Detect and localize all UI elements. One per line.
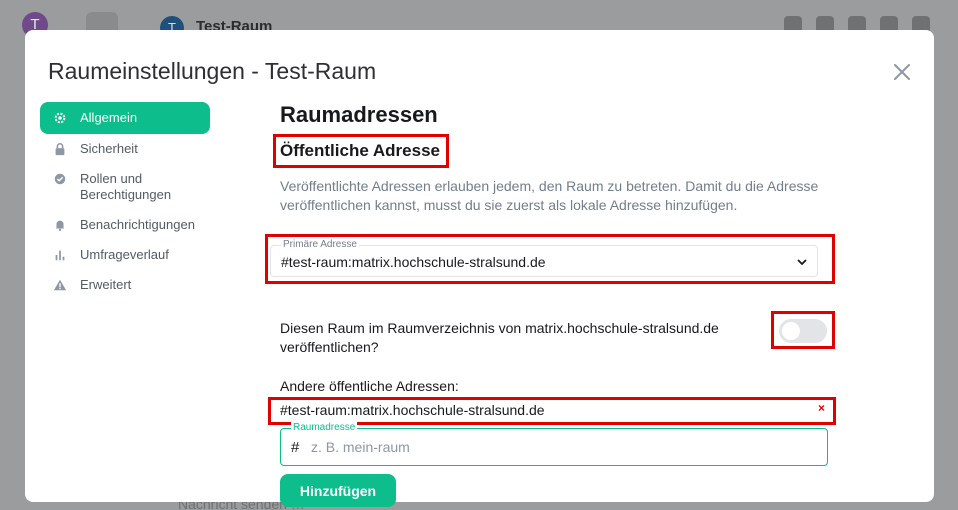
close-button[interactable]	[890, 60, 914, 84]
add-alias-button[interactable]: Hinzufügen	[280, 474, 396, 507]
dialog-title: Raumeinstellungen - Test-Raum	[48, 58, 377, 84]
other-addresses-label: Andere öffentliche Adressen:	[280, 378, 459, 394]
publish-directory-toggle[interactable]	[779, 319, 827, 343]
primary-address-label: Primäre Adresse	[281, 239, 359, 250]
chevron-down-icon	[797, 259, 807, 266]
primary-address-value: #test-raum:matrix.hochschule-stralsund.d…	[281, 254, 546, 270]
general-settings-panel: Raumadressen Öffentliche Adresse Veröffe…	[265, 100, 840, 507]
tab-security[interactable]: Sicherheit	[40, 134, 210, 164]
publish-toggle-highlight	[771, 311, 835, 349]
tab-general[interactable]: Allgemein	[40, 102, 210, 134]
bar-chart-icon	[52, 247, 68, 263]
gear-icon	[52, 110, 68, 126]
alias-list-item: #test-raum:matrix.hochschule-stralsund.d…	[268, 397, 836, 425]
tab-advanced[interactable]: Erweitert	[40, 270, 210, 300]
bell-icon	[52, 217, 68, 233]
new-alias-input[interactable]	[311, 436, 811, 458]
primary-address-highlight: Primäre Adresse #test-raum:matrix.hochsc…	[265, 234, 835, 284]
new-alias-label: Raumadresse	[291, 422, 358, 433]
tab-notifications[interactable]: Benachrichtigungen	[40, 210, 210, 240]
new-alias-field: Raumadresse #	[280, 422, 828, 466]
alias-address: #test-raum:matrix.hochschule-stralsund.d…	[280, 402, 545, 418]
primary-address-select[interactable]: Primäre Adresse #test-raum:matrix.hochsc…	[270, 239, 818, 277]
public-address-heading-box: Öffentliche Adresse	[273, 134, 449, 168]
public-address-heading: Öffentliche Adresse	[280, 141, 440, 160]
tab-poll-history[interactable]: Umfrageverlauf	[40, 240, 210, 270]
tab-security-label: Sicherheit	[80, 141, 138, 156]
warning-icon	[52, 277, 68, 293]
public-address-description: Veröffentlichte Adressen erlauben jedem,…	[280, 178, 819, 213]
settings-sidebar: Allgemein Sicherheit Rollen und Berechti…	[40, 102, 210, 300]
toggle-knob	[782, 322, 800, 340]
badge-check-icon	[52, 171, 68, 187]
publish-directory-text: Diesen Raum im Raumverzeichnis von matri…	[280, 320, 719, 355]
close-icon	[894, 64, 910, 80]
remove-alias-button[interactable]: ×	[818, 401, 825, 415]
tab-general-label: Allgemein	[80, 110, 138, 125]
lock-icon	[52, 141, 68, 157]
tab-advanced-label: Erweitert	[80, 277, 132, 292]
room-settings-dialog: Raumeinstellungen - Test-Raum Allgemein …	[25, 30, 934, 507]
alias-prefix: #	[291, 439, 300, 456]
section-title: Raumadressen	[280, 102, 438, 127]
tab-roles[interactable]: Rollen und Berechtigungen	[40, 164, 210, 210]
tab-roles-label: Rollen und Berechtigungen	[80, 171, 172, 202]
tab-poll-history-label: Umfrageverlauf	[80, 247, 169, 262]
tab-notifications-label: Benachrichtigungen	[80, 217, 195, 232]
